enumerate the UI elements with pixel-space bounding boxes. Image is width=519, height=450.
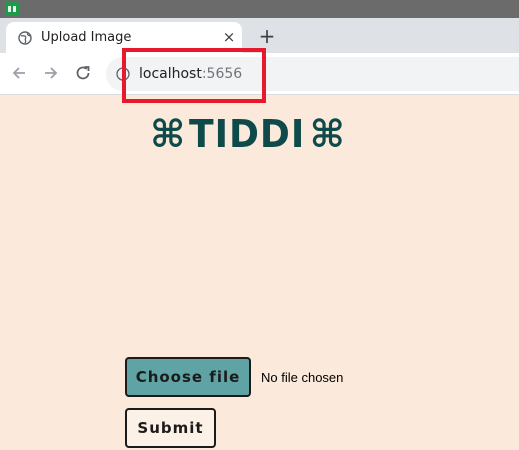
new-tab-button[interactable]: + <box>255 24 279 48</box>
tiddi-logo: ⌘ TIDDI ⌘ <box>150 114 345 154</box>
command-symbol-icon: ⌘ <box>309 112 345 156</box>
site-info-icon[interactable] <box>116 67 130 81</box>
submit-button[interactable]: Submit <box>125 408 216 448</box>
browser-toolbar: localhost:5656 <box>0 53 519 95</box>
file-status-text: No file chosen <box>261 370 344 385</box>
url-host: localhost <box>139 66 202 82</box>
command-symbol-icon: ⌘ <box>150 112 186 156</box>
address-bar[interactable]: localhost:5656 <box>106 57 519 91</box>
tab-upload-image[interactable]: Upload Image × <box>6 22 242 53</box>
choose-file-button[interactable]: Choose file <box>125 357 251 397</box>
close-tab-icon[interactable]: × <box>219 27 239 47</box>
sheets-app-icon[interactable] <box>5 2 19 16</box>
tab-strip: Upload Image × + <box>0 18 519 53</box>
globe-icon <box>18 31 32 45</box>
reload-icon[interactable] <box>72 62 94 84</box>
back-arrow-icon[interactable] <box>8 62 30 84</box>
tab-title: Upload Image <box>41 30 132 45</box>
url-text[interactable]: localhost:5656 <box>139 66 242 82</box>
logo-wordmark: TIDDI <box>189 112 306 156</box>
url-port: :5656 <box>201 66 243 82</box>
os-top-bar <box>0 0 519 18</box>
page-content: ⌘ TIDDI ⌘ Choose file No file chosen Sub… <box>0 96 519 450</box>
forward-arrow-icon[interactable] <box>40 62 62 84</box>
